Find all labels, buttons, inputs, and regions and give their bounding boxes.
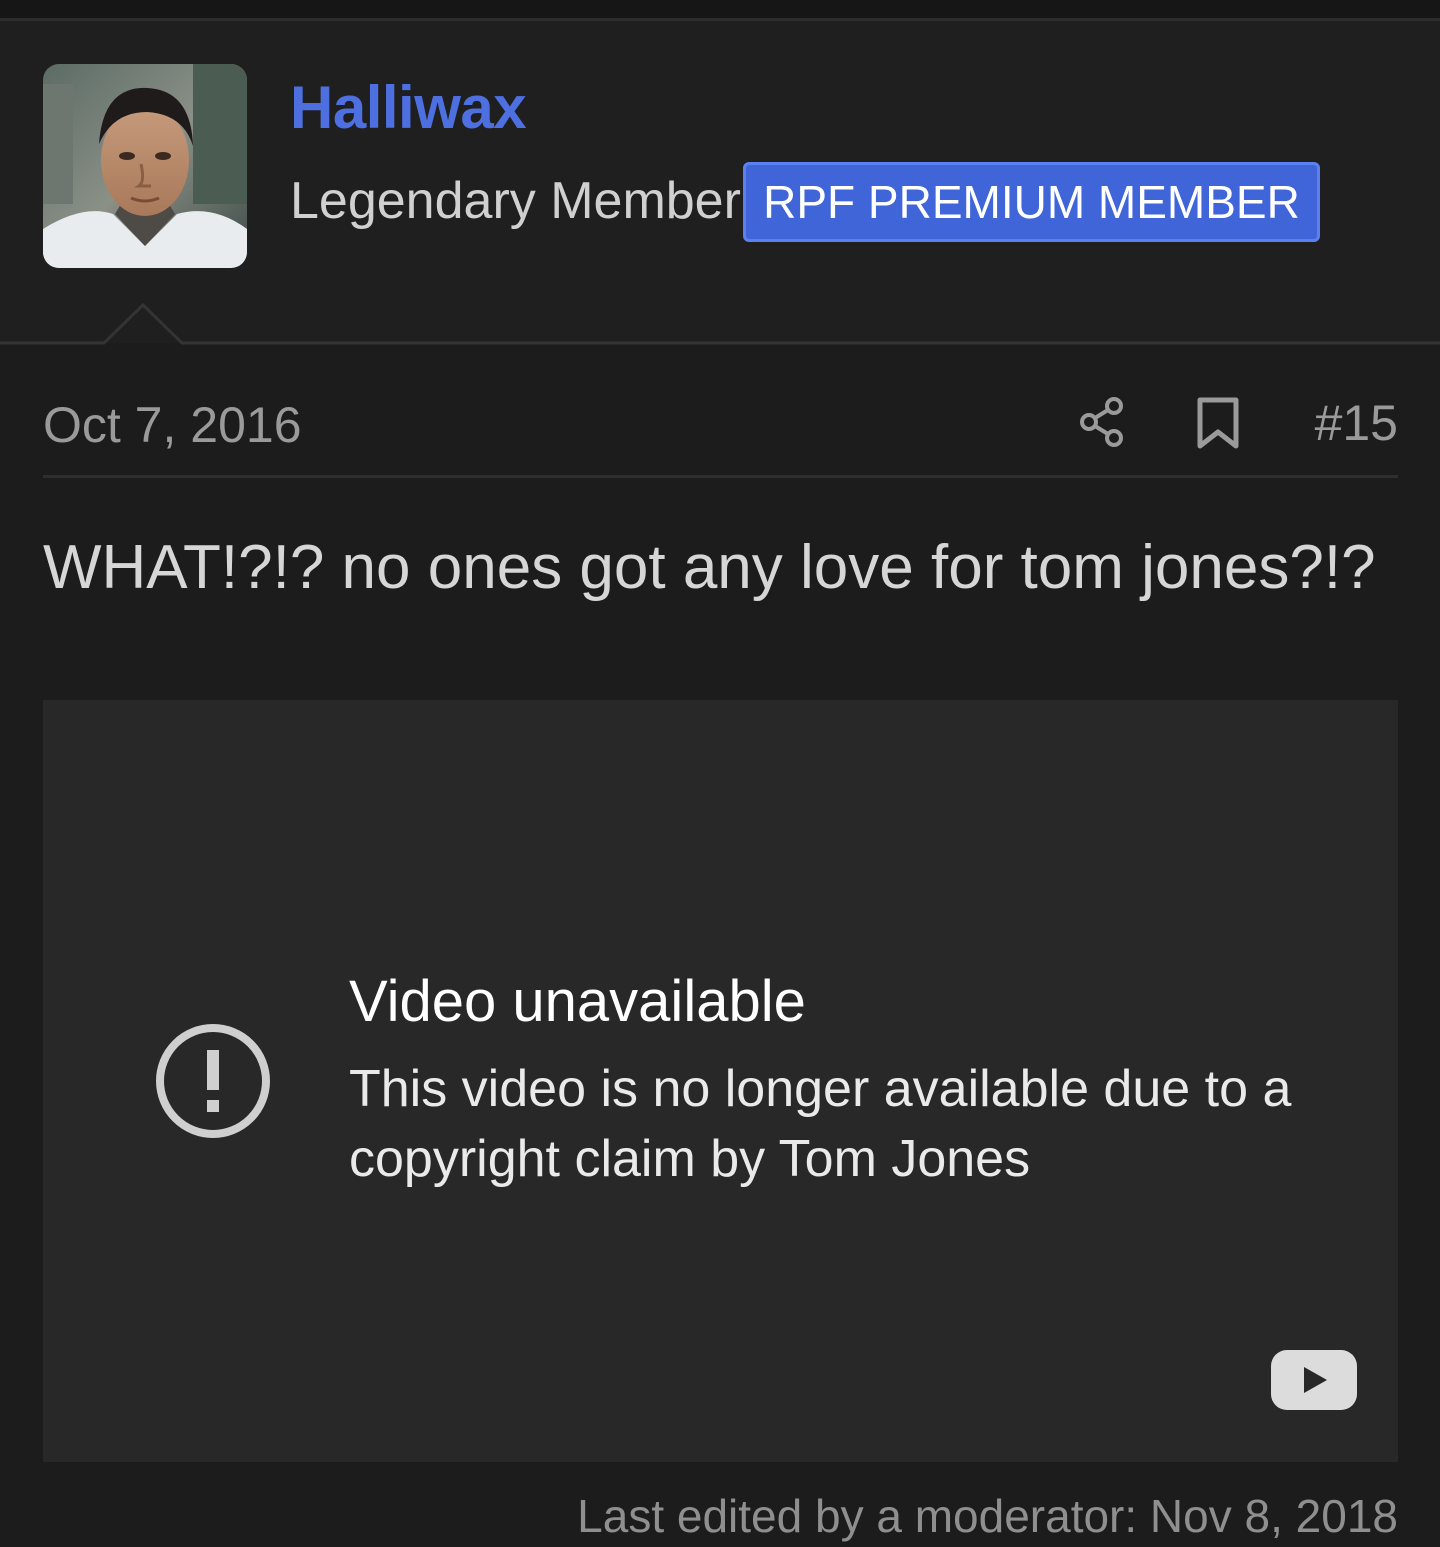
youtube-icon[interactable] bbox=[1271, 1350, 1357, 1410]
share-icon[interactable] bbox=[1078, 396, 1128, 448]
video-unavailable-title: Video unavailable bbox=[349, 969, 806, 1034]
meta-divider bbox=[43, 475, 1398, 478]
member-title: Legendary Member bbox=[290, 172, 741, 230]
video-unavailable-message: This video is no longer available due to… bbox=[349, 1060, 1292, 1188]
forum-post-page: Halliwax Legendary Member RPF PREMIUM ME… bbox=[0, 0, 1440, 1547]
post-number-link[interactable]: #15 bbox=[1300, 395, 1398, 451]
premium-member-badge: RPF PREMIUM MEMBER bbox=[743, 162, 1320, 242]
previous-post-edge bbox=[0, 0, 1440, 18]
avatar-image bbox=[43, 64, 247, 268]
post-date-link[interactable]: Oct 7, 2016 bbox=[43, 397, 302, 453]
author-divider bbox=[0, 302, 1440, 345]
bookmark-icon[interactable] bbox=[1196, 396, 1240, 450]
username-link[interactable]: Halliwax bbox=[290, 72, 527, 144]
edit-note: Last edited by a moderator: Nov 8, 2018 bbox=[577, 1490, 1398, 1542]
avatar[interactable] bbox=[43, 64, 247, 268]
post-body-text: WHAT!?!? no ones got any love for tom jo… bbox=[43, 533, 1376, 602]
exclamation-circle-icon bbox=[156, 1024, 270, 1138]
